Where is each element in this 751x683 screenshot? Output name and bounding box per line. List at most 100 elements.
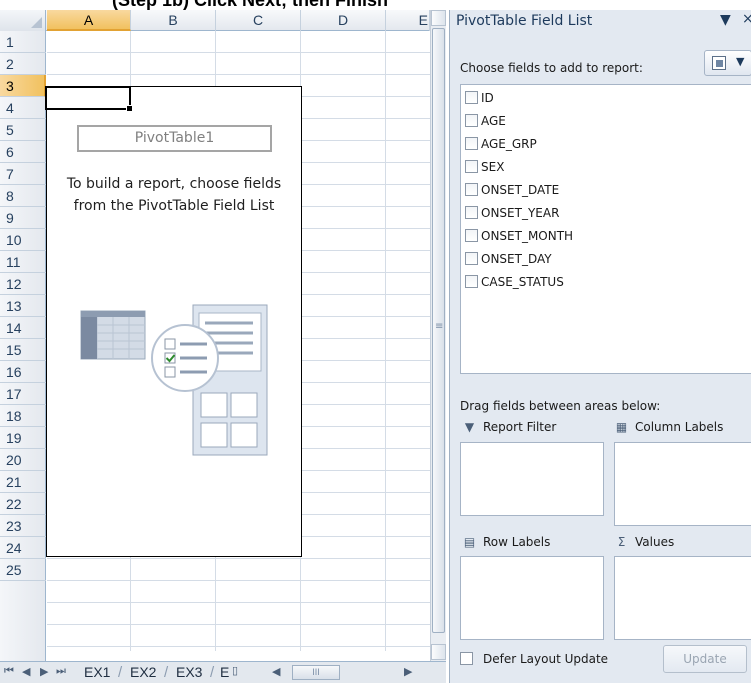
- row-header[interactable]: 5: [0, 119, 46, 141]
- field-item-id[interactable]: ID: [465, 89, 494, 109]
- scroll-right-icon[interactable]: ▶: [404, 665, 412, 678]
- field-label: CASE_STATUS: [481, 275, 564, 289]
- row-header[interactable]: 15: [0, 339, 46, 361]
- row-header[interactable]: 1: [0, 31, 46, 53]
- tab-separator: /: [164, 664, 169, 681]
- field-checkbox[interactable]: [465, 229, 478, 242]
- defer-layout-update-option[interactable]: Defer Layout Update: [460, 652, 608, 666]
- field-item-onset-date[interactable]: ONSET_DATE: [465, 181, 559, 201]
- sheet-tab-ex2[interactable]: EX2: [124, 663, 162, 683]
- row-header[interactable]: 17: [0, 383, 46, 405]
- row-header[interactable]: 13: [0, 295, 46, 317]
- row-header[interactable]: 6: [0, 141, 46, 163]
- defer-layout-label: Defer Layout Update: [483, 652, 609, 666]
- field-list-box: ID AGE AGE_GRP SEX ONSET_DATE ONSET_YEAR…: [460, 84, 751, 374]
- field-checkbox[interactable]: [465, 183, 478, 196]
- field-list-layout-button[interactable]: ▼: [704, 50, 751, 76]
- row-header[interactable]: 11: [0, 251, 46, 273]
- column-headers: A B C D E: [0, 10, 430, 31]
- field-item-age-grp[interactable]: AGE_GRP: [465, 135, 537, 155]
- row-labels-icon: ▤: [463, 535, 476, 549]
- field-item-age[interactable]: AGE: [465, 112, 506, 132]
- grip-icon: ≡: [435, 321, 444, 332]
- tab-separator: /: [118, 664, 123, 681]
- pivot-instruction-line: from the PivotTable Field List: [73, 198, 275, 214]
- field-label: AGE_GRP: [481, 137, 537, 151]
- next-sheet-icon[interactable]: ▶: [40, 665, 48, 678]
- scroll-up-icon[interactable]: [431, 10, 446, 26]
- row-header[interactable]: 8: [0, 185, 46, 207]
- row-header[interactable]: 25: [0, 559, 46, 581]
- field-checkbox[interactable]: [465, 137, 478, 150]
- worksheet: A B C D E 1 2 3 4 5 6 7 8 9 10 11 12 13 14 15 16 17 18 19 2…: [0, 10, 446, 683]
- scroll-left-icon[interactable]: ◀: [272, 665, 280, 678]
- column-header-c[interactable]: C: [216, 10, 301, 31]
- row-header[interactable]: 3: [0, 75, 46, 97]
- vertical-scrollbar[interactable]: ≡: [430, 10, 446, 661]
- row-header[interactable]: 9: [0, 207, 46, 229]
- filter-icon: ▼: [464, 420, 475, 434]
- row-header[interactable]: 14: [0, 317, 46, 339]
- row-header[interactable]: 18: [0, 405, 46, 427]
- select-all-corner[interactable]: [0, 10, 46, 31]
- column-labels-header: ▦ Column Labels: [614, 420, 724, 434]
- field-label: AGE: [481, 114, 506, 128]
- close-icon[interactable]: ×: [742, 11, 751, 27]
- field-item-case-status[interactable]: CASE_STATUS: [465, 273, 564, 293]
- choose-fields-label: Choose fields to add to report:: [460, 61, 643, 75]
- row-labels-drop-area[interactable]: [460, 556, 604, 640]
- last-sheet-icon[interactable]: ⏭: [56, 665, 66, 678]
- row-header[interactable]: 4: [0, 97, 46, 119]
- row-header[interactable]: 2: [0, 53, 46, 75]
- column-header-d[interactable]: D: [301, 10, 386, 31]
- tab-split-handle-icon[interactable]: ▯: [232, 664, 238, 677]
- row-header[interactable]: 20: [0, 449, 46, 471]
- field-checkbox[interactable]: [465, 91, 478, 104]
- previous-sheet-icon[interactable]: ◀: [22, 665, 30, 678]
- column-header-e[interactable]: E: [386, 10, 430, 31]
- horizontal-scrollbar[interactable]: ◀ III ▶: [270, 665, 446, 681]
- column-header-b[interactable]: B: [131, 10, 216, 31]
- scroll-down-icon[interactable]: [431, 644, 446, 660]
- column-header-a[interactable]: A: [47, 10, 131, 31]
- first-sheet-icon[interactable]: ⏮: [4, 665, 14, 678]
- horizontal-scroll-thumb[interactable]: III: [292, 665, 340, 680]
- row-header[interactable]: 12: [0, 273, 46, 295]
- values-label: Values: [635, 535, 675, 549]
- row-header[interactable]: 23: [0, 515, 46, 537]
- field-checkbox[interactable]: [465, 275, 478, 288]
- row-header[interactable]: 21: [0, 471, 46, 493]
- field-item-sex[interactable]: SEX: [465, 158, 504, 178]
- active-cell-a3[interactable]: [45, 86, 133, 112]
- report-filter-header: ▼ Report Filter: [462, 420, 556, 434]
- pane-options-chevron-icon[interactable]: ▼: [720, 12, 731, 28]
- row-header[interactable]: 22: [0, 493, 46, 515]
- cropped-instruction-strip: (Step 1b) Click Next; then Finish: [0, 0, 751, 10]
- field-item-onset-month[interactable]: ONSET_MONTH: [465, 227, 573, 247]
- field-checkbox[interactable]: [465, 206, 478, 219]
- report-filter-drop-area[interactable]: [460, 442, 604, 516]
- field-item-onset-year[interactable]: ONSET_YEAR: [465, 204, 559, 224]
- defer-layout-checkbox[interactable]: [460, 652, 473, 665]
- row-header[interactable]: 10: [0, 229, 46, 251]
- field-item-onset-day[interactable]: ONSET_DAY: [465, 250, 552, 270]
- field-label: ONSET_DAY: [481, 252, 552, 266]
- sigma-icon: Σ: [617, 535, 626, 549]
- field-checkbox[interactable]: [465, 114, 478, 127]
- pivot-table-placeholder[interactable]: PivotTable1 To build a report, choose fi…: [46, 86, 302, 557]
- row-header[interactable]: 7: [0, 163, 46, 185]
- field-label: ONSET_MONTH: [481, 229, 574, 243]
- field-checkbox[interactable]: [465, 252, 478, 265]
- pane-title: PivotTable Field List: [456, 13, 593, 29]
- row-header[interactable]: 16: [0, 361, 46, 383]
- values-drop-area[interactable]: [614, 556, 751, 640]
- column-labels-icon: ▦: [615, 420, 628, 434]
- row-header[interactable]: 19: [0, 427, 46, 449]
- update-button[interactable]: Update: [663, 645, 747, 673]
- sheet-tab-ex1[interactable]: EX1: [78, 663, 116, 683]
- sheet-tab-ex3[interactable]: EX3: [170, 663, 208, 683]
- field-label: ID: [481, 91, 494, 105]
- row-header[interactable]: 24: [0, 537, 46, 559]
- column-labels-drop-area[interactable]: [614, 442, 751, 526]
- field-checkbox[interactable]: [465, 160, 478, 173]
